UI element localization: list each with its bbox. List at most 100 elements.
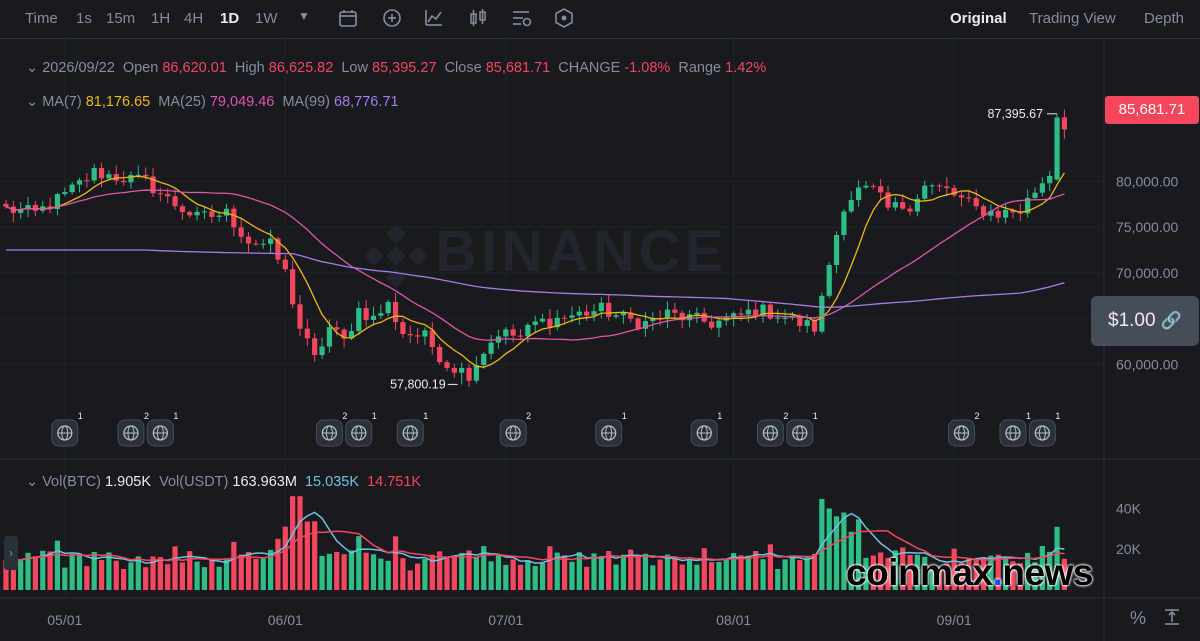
- candle-body: [804, 320, 810, 326]
- volume-bar: [664, 554, 671, 590]
- candle: [245, 232, 252, 253]
- volume-bar: [76, 554, 83, 590]
- candle: [363, 299, 369, 328]
- volume-bar: [679, 564, 685, 590]
- candle-body: [907, 208, 913, 212]
- volume-bar: [650, 565, 656, 590]
- volume-bar: [716, 562, 722, 590]
- candle-body: [635, 318, 641, 329]
- candle-body: [539, 318, 546, 322]
- candle: [554, 309, 560, 331]
- volume-bar: [694, 564, 700, 590]
- candle: [958, 192, 965, 207]
- candle-body: [91, 167, 97, 181]
- candle-body: [165, 194, 171, 197]
- candle: [268, 229, 274, 254]
- volume-bar: [797, 560, 803, 590]
- volume-bar: [466, 550, 472, 590]
- candle-body: [407, 334, 413, 336]
- panel-toggle-handle[interactable]: ›: [4, 536, 18, 570]
- candle: [172, 189, 178, 210]
- volume-bar: [143, 567, 149, 590]
- candle: [113, 165, 119, 186]
- price-tick-label: 60,000.00: [1116, 356, 1178, 372]
- percent-scale-icon[interactable]: %: [1130, 608, 1146, 629]
- candle: [672, 302, 678, 320]
- candle-body: [841, 211, 847, 236]
- auto-scale-icon[interactable]: [1163, 608, 1181, 631]
- candle-body: [547, 318, 553, 328]
- volume-bar: [47, 551, 53, 590]
- candle: [488, 334, 494, 360]
- candle: [833, 231, 840, 274]
- candle: [716, 317, 722, 338]
- dollar-link-badge[interactable]: $1.00 🔗: [1091, 296, 1199, 346]
- volume-bar: [584, 566, 590, 590]
- chevron-down-icon[interactable]: ⌄: [26, 60, 42, 76]
- candle-body: [878, 186, 884, 193]
- candle-body: [856, 187, 862, 201]
- candle: [503, 327, 509, 345]
- volume-bar: [201, 567, 208, 590]
- candle-body: [517, 335, 524, 337]
- vol-usdt-label: Vol(USDT): [159, 474, 229, 490]
- volume-bar: [113, 560, 119, 590]
- volume-bar: [341, 554, 347, 590]
- candle: [385, 299, 391, 317]
- candle: [848, 191, 854, 214]
- time-tick-label: 06/01: [268, 612, 303, 628]
- volume-bar: [297, 496, 303, 590]
- candle-body: [848, 200, 854, 212]
- candle: [187, 210, 193, 218]
- candle-body: [172, 196, 178, 207]
- news-count: 1: [717, 411, 722, 421]
- candle: [819, 292, 825, 334]
- candle-body: [958, 195, 965, 198]
- volume-bar: [231, 541, 237, 590]
- candle-body: [672, 309, 678, 313]
- candle: [69, 182, 75, 195]
- watermark-dot: .: [992, 552, 1003, 593]
- candle: [973, 188, 979, 211]
- candle-body: [525, 324, 531, 337]
- range-label: Range: [678, 60, 722, 76]
- candle-body: [143, 174, 149, 177]
- candle-body: [466, 367, 472, 381]
- candle-body: [591, 311, 597, 316]
- volume-tick-label: 20K: [1116, 541, 1142, 557]
- candle-body: [951, 188, 957, 196]
- candle: [209, 204, 215, 224]
- volume-bar: [334, 551, 340, 590]
- low-value: 85,395.27: [372, 60, 437, 76]
- grid-lines: [0, 38, 1200, 641]
- candle-body: [253, 243, 259, 245]
- candle-body: [1003, 209, 1009, 218]
- candle: [437, 343, 443, 365]
- candle: [201, 207, 208, 219]
- volume-bar: [782, 559, 788, 590]
- volume-bar: [128, 562, 134, 590]
- candle-body: [32, 205, 38, 211]
- candle: [451, 363, 457, 379]
- candle: [944, 177, 950, 197]
- volume-bar: [444, 557, 450, 590]
- volume-bar: [319, 555, 325, 590]
- ma-info-row: ⌄ MA(7) 81,176.65 MA(25) 79,049.46 MA(99…: [26, 94, 399, 110]
- news-marker: 1: [146, 411, 178, 447]
- news-count: 1: [622, 411, 627, 421]
- candle-body: [694, 312, 700, 315]
- candle: [231, 204, 237, 237]
- candle: [150, 168, 156, 197]
- candle: [10, 200, 16, 223]
- volume-bar: [275, 538, 281, 590]
- chevron-down-icon[interactable]: ⌄: [26, 474, 42, 490]
- watermark-brand: coinmax: [846, 552, 993, 593]
- candle: [767, 302, 773, 321]
- news-count: 1: [173, 411, 178, 421]
- candle-body: [223, 208, 230, 216]
- min-price-label: 57,800.19: [390, 377, 446, 391]
- chevron-down-icon[interactable]: ⌄: [26, 94, 42, 110]
- candle-body: [459, 367, 465, 373]
- candle: [84, 172, 90, 188]
- vol-usdt-value: 163.963M: [232, 474, 297, 490]
